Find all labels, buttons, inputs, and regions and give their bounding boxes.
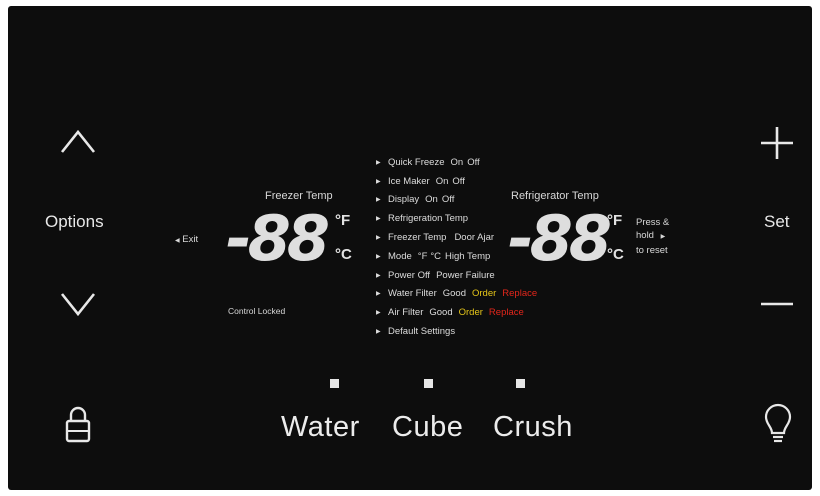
menu-label: Default Settings bbox=[388, 326, 456, 338]
menu-option-on: On bbox=[450, 156, 464, 168]
menu-item-ice-maker: ▶ Ice Maker On Off bbox=[376, 172, 537, 191]
right-arrow-icon: ▶ bbox=[376, 272, 381, 279]
reset-hint: Press & hold ▶ to reset bbox=[636, 216, 669, 257]
freezer-unit-f: °F bbox=[335, 212, 351, 229]
water-indicator bbox=[330, 379, 339, 388]
menu-option-on: On bbox=[425, 194, 438, 206]
menu-option-good: Good bbox=[442, 288, 466, 300]
menu-option-off: Off bbox=[467, 156, 480, 168]
menu-label: Power Off bbox=[388, 269, 431, 281]
exit-label: Exit bbox=[182, 234, 199, 245]
right-arrow-icon: ▶ bbox=[660, 234, 666, 240]
menu-option-celsius: °C bbox=[430, 250, 442, 262]
menu-option-on: On bbox=[435, 175, 449, 187]
cube-button[interactable]: Cube bbox=[392, 411, 463, 444]
menu-option-replace: Replace bbox=[488, 307, 524, 319]
menu-label: Refrigeration Temp bbox=[388, 213, 469, 225]
freezer-temp-label: Freezer Temp bbox=[265, 190, 333, 202]
menu-label: Ice Maker bbox=[388, 175, 430, 187]
reset-hint-line-1: Press & bbox=[636, 217, 670, 228]
crush-button[interactable]: Crush bbox=[493, 411, 573, 444]
menu-option-power-failure: Power Failure bbox=[436, 269, 495, 281]
menu-label: Quick Freeze bbox=[388, 156, 445, 168]
right-arrow-icon: ▶ bbox=[376, 197, 381, 204]
set-button[interactable]: Set bbox=[764, 212, 790, 232]
right-arrow-icon: ▶ bbox=[376, 235, 381, 242]
menu-item-quick-freeze: ▶ Quick Freeze On Off bbox=[376, 153, 537, 172]
chevron-up-icon[interactable] bbox=[60, 128, 96, 154]
menu-option-order: Order bbox=[471, 288, 497, 300]
menu-item-default-settings: ▶ Default Settings bbox=[376, 322, 537, 341]
right-arrow-icon: ▶ bbox=[376, 178, 381, 185]
freezer-temp-display: -88 bbox=[226, 202, 330, 275]
right-arrow-icon: ▶ bbox=[376, 329, 381, 336]
refrigerator-temp-label: Refrigerator Temp bbox=[511, 190, 599, 202]
refrigerator-unit-f: °F bbox=[607, 212, 623, 229]
menu-label: Display bbox=[388, 194, 420, 206]
right-arrow-icon: ▶ bbox=[376, 310, 381, 317]
water-button[interactable]: Water bbox=[281, 411, 360, 444]
menu-label: Mode bbox=[388, 250, 412, 262]
refrigerator-unit-c: °C bbox=[607, 246, 624, 263]
reset-hint-hold: hold bbox=[636, 230, 654, 241]
right-arrow-icon: ▶ bbox=[376, 291, 381, 298]
menu-label: Freezer Temp bbox=[388, 232, 447, 244]
right-arrow-icon: ▶ bbox=[376, 253, 381, 260]
left-arrow-icon: ◀ bbox=[175, 238, 180, 244]
lock-icon[interactable] bbox=[63, 404, 93, 444]
minus-icon[interactable] bbox=[760, 302, 794, 306]
menu-option-good: Good bbox=[429, 307, 453, 319]
refrigerator-temp-display: -88 bbox=[508, 202, 612, 275]
freezer-unit-c: °C bbox=[335, 246, 352, 263]
control-locked-label: Control Locked bbox=[228, 306, 286, 316]
menu-label: Water Filter bbox=[388, 288, 437, 300]
reset-hint-line-3: to reset bbox=[636, 245, 668, 256]
menu-label: Air Filter bbox=[388, 307, 424, 319]
options-button[interactable]: Options bbox=[45, 212, 104, 232]
menu-option-off: Off bbox=[452, 175, 465, 187]
right-arrow-icon: ▶ bbox=[376, 216, 381, 223]
chevron-down-icon[interactable] bbox=[60, 292, 96, 318]
plus-icon[interactable] bbox=[760, 126, 794, 160]
menu-item-air-filter: ▶ Air Filter Good Order Replace bbox=[376, 303, 537, 322]
cube-indicator bbox=[424, 379, 433, 388]
menu-option-off: Off bbox=[441, 194, 455, 206]
menu-option-replace: Replace bbox=[502, 288, 538, 300]
exit-button[interactable]: ◀ Exit bbox=[175, 234, 198, 245]
menu-item-water-filter: ▶ Water Filter Good Order Replace bbox=[376, 285, 537, 304]
reset-hint-line-2: hold ▶ bbox=[636, 229, 669, 244]
crush-indicator bbox=[516, 379, 525, 388]
menu-option-order: Order bbox=[458, 307, 483, 319]
control-panel: Options Set Freezer Temp ◀ Exit -88 °F °… bbox=[8, 6, 812, 490]
menu-option-door-ajar: Door Ajar bbox=[454, 232, 495, 244]
light-bulb-icon[interactable] bbox=[763, 403, 793, 446]
menu-option-high-temp: High Temp bbox=[445, 250, 491, 262]
right-arrow-icon: ▶ bbox=[376, 159, 381, 166]
menu-option-fahrenheit: °F bbox=[417, 250, 428, 262]
